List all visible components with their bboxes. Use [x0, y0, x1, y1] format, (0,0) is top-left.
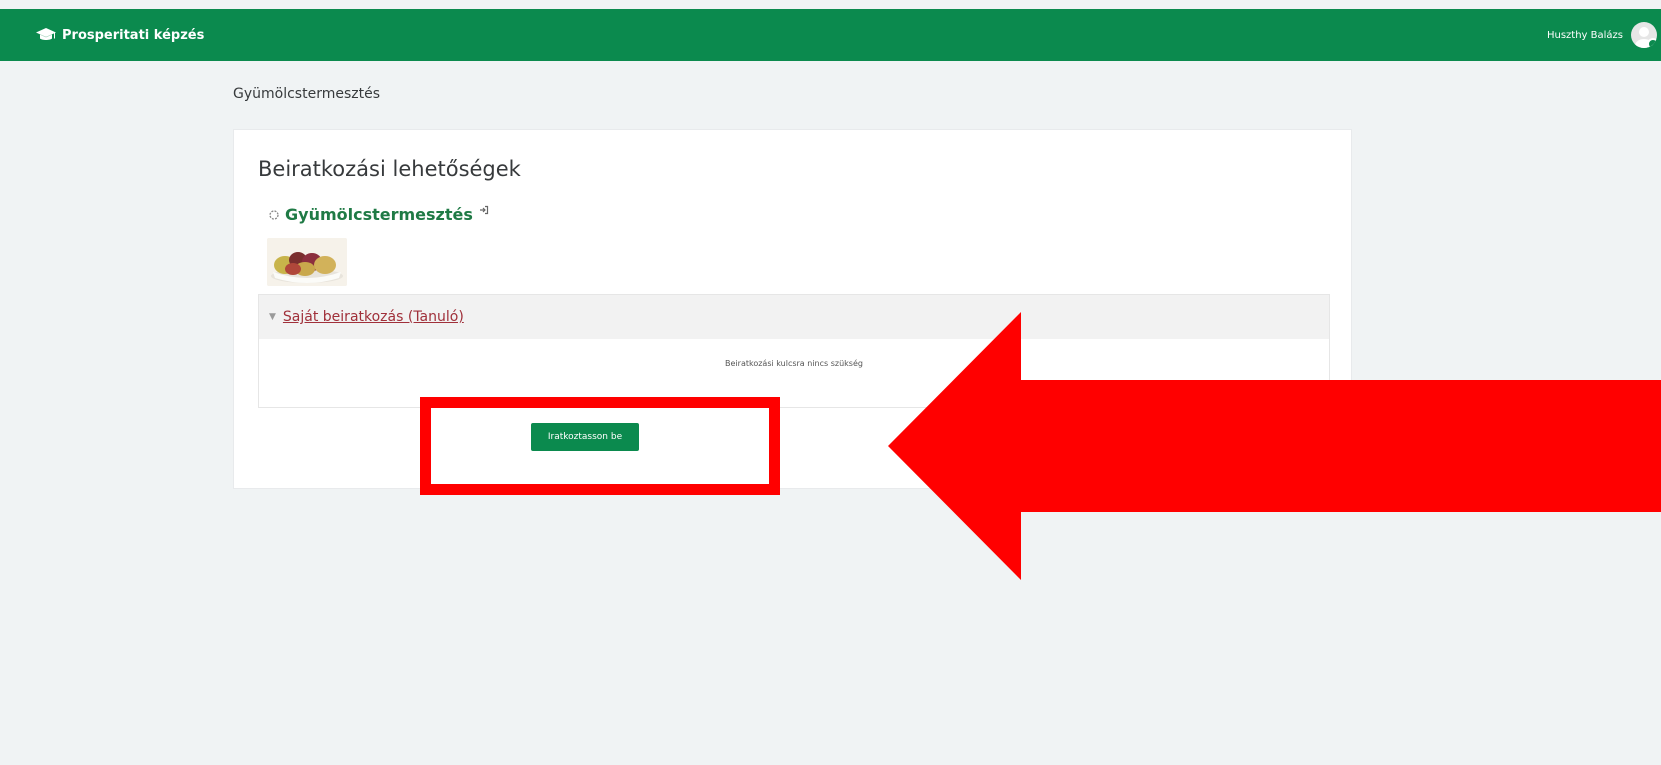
red-highlight-box	[420, 397, 780, 495]
navbar: Prosperitati képzés Huszthy Balázs	[0, 9, 1661, 61]
avatar[interactable]	[1631, 22, 1657, 48]
course-link[interactable]: Gyümölcstermesztés	[285, 205, 473, 224]
course-title: Gyümölcstermesztés	[268, 205, 489, 224]
course-icon	[269, 209, 279, 220]
sign-in-icon	[479, 205, 488, 214]
chevron-down-icon[interactable]: ▼	[269, 312, 276, 322]
breadcrumb-course: Gyümölcstermesztés	[233, 86, 380, 102]
user-menu[interactable]: Huszthy Balázs	[1547, 22, 1661, 48]
site-brand-label: Prosperitati képzés	[62, 27, 205, 43]
graduation-cap-icon	[36, 28, 56, 40]
user-avatar-icon	[1635, 27, 1653, 48]
fruit-bowl-image	[267, 238, 347, 286]
page-title: Beiratkozási lehetőségek	[258, 157, 521, 181]
user-name: Huszthy Balázs	[1546, 29, 1623, 41]
red-arrow-annotation	[888, 312, 1661, 580]
course-image	[267, 238, 347, 286]
site-brand-link[interactable]: Prosperitati képzés	[36, 28, 204, 43]
self-enrolment-link[interactable]: Saját beiratkozás (Tanuló)	[283, 309, 464, 325]
